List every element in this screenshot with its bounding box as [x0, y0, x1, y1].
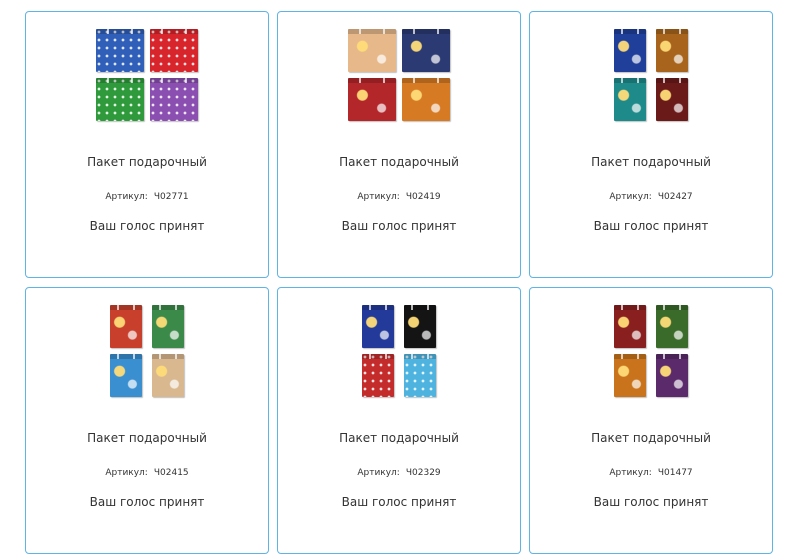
article-number: Ч02419 — [405, 192, 441, 202]
article-number: Ч01477 — [657, 468, 693, 478]
product-image[interactable] — [96, 29, 198, 121]
gift-bag-image — [614, 305, 646, 348]
gift-bag-image — [656, 78, 688, 121]
product-title[interactable]: Пакет подарочный — [26, 155, 268, 169]
product-card[interactable]: Пакет подарочный Артикул: Ч02419 Ваш голо… — [277, 11, 521, 278]
product-article: Артикул: Ч02415 — [26, 468, 268, 478]
gift-bag-image — [362, 305, 394, 348]
gift-bag-image — [152, 354, 184, 397]
product-title[interactable]: Пакет подарочный — [530, 155, 772, 169]
product-image[interactable] — [614, 29, 688, 121]
gift-bag-image — [96, 29, 144, 72]
product-card[interactable]: Пакет подарочный Артикул: Ч02771 Ваш голо… — [25, 11, 269, 278]
vote-status: Ваш голос принят — [593, 219, 709, 233]
product-image[interactable] — [362, 305, 436, 397]
product-image[interactable] — [348, 29, 450, 121]
gift-bag-image — [348, 29, 396, 72]
product-card[interactable]: Пакет подарочный Артикул: Ч01477 Ваш голо… — [529, 287, 773, 554]
gift-bag-image — [150, 78, 198, 121]
product-article: Артикул: Ч02329 — [278, 468, 520, 478]
gift-bag-image — [110, 305, 142, 348]
gift-bag-image — [110, 354, 142, 397]
article-number: Ч02415 — [153, 468, 189, 478]
gift-bag-image — [614, 29, 646, 72]
product-image[interactable] — [614, 305, 688, 397]
product-article: Артикул: Ч01477 — [530, 468, 772, 478]
article-number: Ч02329 — [405, 468, 441, 478]
gift-bag-image — [152, 305, 184, 348]
product-card[interactable]: Пакет подарочный Артикул: Ч02427 Ваш голо… — [529, 11, 773, 278]
article-label: Артикул: — [609, 192, 652, 202]
gift-bag-image — [656, 354, 688, 397]
product-card[interactable]: Пакет подарочный Артикул: Ч02415 Ваш голо… — [25, 287, 269, 554]
product-title[interactable]: Пакет подарочный — [26, 431, 268, 445]
article-label: Артикул: — [105, 192, 148, 202]
product-title[interactable]: Пакет подарочный — [530, 431, 772, 445]
product-article: Артикул: Ч02419 — [278, 192, 520, 202]
product-image[interactable] — [110, 305, 184, 397]
product-article: Артикул: Ч02427 — [530, 192, 772, 202]
gift-bag-image — [362, 354, 394, 397]
gift-bag-image — [402, 29, 450, 72]
article-label: Артикул: — [609, 468, 652, 478]
article-number: Ч02771 — [153, 192, 189, 202]
article-label: Артикул: — [357, 192, 400, 202]
gift-bag-image — [402, 78, 450, 121]
product-grid: Пакет подарочный Артикул: Ч02771 Ваш голо… — [25, 11, 773, 554]
gift-bag-image — [96, 78, 144, 121]
vote-status: Ваш голос принят — [89, 495, 205, 509]
product-card[interactable]: Пакет подарочный Артикул: Ч02329 Ваш голо… — [277, 287, 521, 554]
product-article: Артикул: Ч02771 — [26, 192, 268, 202]
gift-bag-image — [348, 78, 396, 121]
article-label: Артикул: — [105, 468, 148, 478]
gift-bag-image — [656, 305, 688, 348]
article-label: Артикул: — [357, 468, 400, 478]
gift-bag-image — [656, 29, 688, 72]
vote-status: Ваш голос принят — [89, 219, 205, 233]
gift-bag-image — [404, 354, 436, 397]
gift-bag-image — [614, 354, 646, 397]
product-title[interactable]: Пакет подарочный — [278, 155, 520, 169]
gift-bag-image — [404, 305, 436, 348]
vote-status: Ваш голос принят — [341, 495, 457, 509]
product-title[interactable]: Пакет подарочный — [278, 431, 520, 445]
vote-status: Ваш голос принят — [593, 495, 709, 509]
gift-bag-image — [614, 78, 646, 121]
gift-bag-image — [150, 29, 198, 72]
vote-status: Ваш голос принят — [341, 219, 457, 233]
article-number: Ч02427 — [657, 192, 693, 202]
